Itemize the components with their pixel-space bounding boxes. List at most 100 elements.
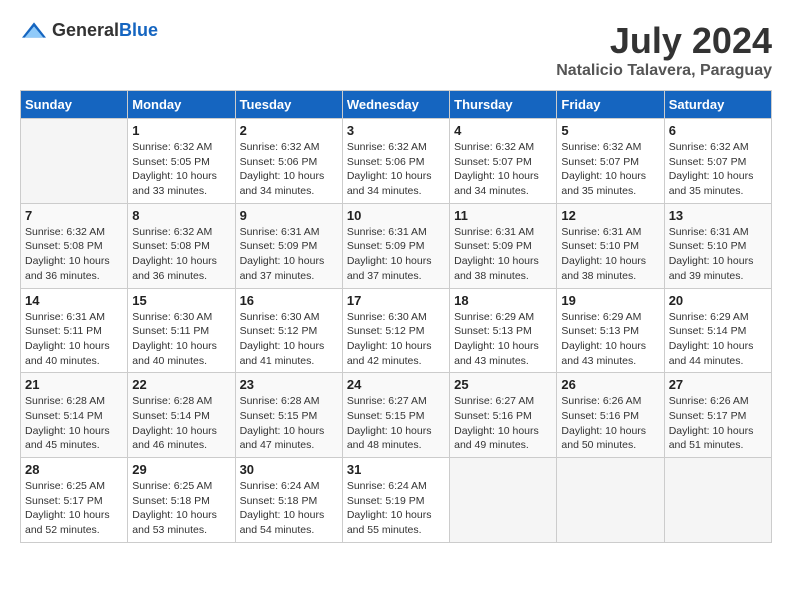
day-detail: Sunrise: 6:29 AMSunset: 5:14 PMDaylight:…	[669, 310, 767, 369]
day-detail: Sunrise: 6:31 AMSunset: 5:09 PMDaylight:…	[454, 225, 552, 284]
day-detail: Sunrise: 6:29 AMSunset: 5:13 PMDaylight:…	[561, 310, 659, 369]
calendar-week-row: 1 Sunrise: 6:32 AMSunset: 5:05 PMDaylight…	[21, 119, 772, 204]
day-detail: Sunrise: 6:28 AMSunset: 5:15 PMDaylight:…	[240, 394, 338, 453]
day-detail: Sunrise: 6:30 AMSunset: 5:11 PMDaylight:…	[132, 310, 230, 369]
calendar-cell: 22 Sunrise: 6:28 AMSunset: 5:14 PMDayligh…	[128, 373, 235, 458]
logo-general: General	[52, 20, 119, 40]
day-number: 8	[132, 208, 230, 223]
calendar-cell: 10Sunrise: 6:31 AMSunset: 5:09 PMDayligh…	[342, 203, 449, 288]
day-detail: Sunrise: 6:28 AMSunset: 5:14 PMDaylight:…	[132, 394, 230, 453]
day-detail: Sunrise: 6:28 AMSunset: 5:14 PMDaylight:…	[25, 394, 123, 453]
day-number: 16	[240, 293, 338, 308]
calendar-cell: 1 Sunrise: 6:32 AMSunset: 5:05 PMDaylight…	[128, 119, 235, 204]
calendar-week-row: 28 Sunrise: 6:25 AMSunset: 5:17 PMDayligh…	[21, 458, 772, 543]
day-detail: Sunrise: 6:26 AMSunset: 5:16 PMDaylight:…	[561, 394, 659, 453]
day-number: 24	[347, 377, 445, 392]
calendar-cell: 15 Sunrise: 6:30 AMSunset: 5:11 PMDayligh…	[128, 288, 235, 373]
day-detail: Sunrise: 6:32 AMSunset: 5:06 PMDaylight:…	[240, 140, 338, 199]
day-number: 5	[561, 123, 659, 138]
day-number: 13	[669, 208, 767, 223]
day-detail: Sunrise: 6:32 AMSunset: 5:05 PMDaylight:…	[132, 140, 230, 199]
calendar-cell: 9 Sunrise: 6:31 AMSunset: 5:09 PMDaylight…	[235, 203, 342, 288]
day-detail: Sunrise: 6:31 AMSunset: 5:10 PMDaylight:…	[669, 225, 767, 284]
day-number: 29	[132, 462, 230, 477]
day-detail: Sunrise: 6:32 AMSunset: 5:06 PMDaylight:…	[347, 140, 445, 199]
day-number: 7	[25, 208, 123, 223]
day-detail: Sunrise: 6:26 AMSunset: 5:17 PMDaylight:…	[669, 394, 767, 453]
calendar-cell: 31Sunrise: 6:24 AMSunset: 5:19 PMDayligh…	[342, 458, 449, 543]
calendar-cell: 7 Sunrise: 6:32 AMSunset: 5:08 PMDaylight…	[21, 203, 128, 288]
weekday-header: Thursday	[450, 91, 557, 119]
calendar-cell: 25 Sunrise: 6:27 AMSunset: 5:16 PMDayligh…	[450, 373, 557, 458]
day-detail: Sunrise: 6:31 AMSunset: 5:10 PMDaylight:…	[561, 225, 659, 284]
day-number: 15	[132, 293, 230, 308]
day-detail: Sunrise: 6:32 AMSunset: 5:07 PMDaylight:…	[669, 140, 767, 199]
calendar-cell	[21, 119, 128, 204]
day-detail: Sunrise: 6:29 AMSunset: 5:13 PMDaylight:…	[454, 310, 552, 369]
calendar-cell	[450, 458, 557, 543]
calendar-week-row: 14Sunrise: 6:31 AMSunset: 5:11 PMDayligh…	[21, 288, 772, 373]
weekday-header: Monday	[128, 91, 235, 119]
calendar-cell: 23 Sunrise: 6:28 AMSunset: 5:15 PMDayligh…	[235, 373, 342, 458]
day-detail: Sunrise: 6:24 AMSunset: 5:18 PMDaylight:…	[240, 479, 338, 538]
day-detail: Sunrise: 6:32 AMSunset: 5:08 PMDaylight:…	[25, 225, 123, 284]
weekday-header: Saturday	[664, 91, 771, 119]
day-number: 28	[25, 462, 123, 477]
weekday-header: Tuesday	[235, 91, 342, 119]
location: Natalicio Talavera, Paraguay	[556, 62, 772, 80]
weekday-header: Friday	[557, 91, 664, 119]
calendar-cell: 29 Sunrise: 6:25 AMSunset: 5:18 PMDayligh…	[128, 458, 235, 543]
day-number: 31	[347, 462, 445, 477]
calendar-cell: 27 Sunrise: 6:26 AMSunset: 5:17 PMDayligh…	[664, 373, 771, 458]
title-area: July 2024 Natalicio Talavera, Paraguay	[556, 20, 772, 80]
calendar-cell: 24Sunrise: 6:27 AMSunset: 5:15 PMDayligh…	[342, 373, 449, 458]
day-number: 27	[669, 377, 767, 392]
calendar-cell: 21Sunrise: 6:28 AMSunset: 5:14 PMDayligh…	[21, 373, 128, 458]
calendar-week-row: 7 Sunrise: 6:32 AMSunset: 5:08 PMDaylight…	[21, 203, 772, 288]
calendar-cell: 26Sunrise: 6:26 AMSunset: 5:16 PMDayligh…	[557, 373, 664, 458]
page-header: GeneralBlue July 2024 Natalicio Talavera…	[20, 20, 772, 80]
weekday-header: Sunday	[21, 91, 128, 119]
calendar-cell: 2Sunrise: 6:32 AMSunset: 5:06 PMDaylight…	[235, 119, 342, 204]
day-detail: Sunrise: 6:30 AMSunset: 5:12 PMDaylight:…	[347, 310, 445, 369]
day-number: 25	[454, 377, 552, 392]
day-number: 1	[132, 123, 230, 138]
day-number: 23	[240, 377, 338, 392]
calendar-week-row: 21Sunrise: 6:28 AMSunset: 5:14 PMDayligh…	[21, 373, 772, 458]
calendar-cell: 4 Sunrise: 6:32 AMSunset: 5:07 PMDaylight…	[450, 119, 557, 204]
calendar-cell: 17 Sunrise: 6:30 AMSunset: 5:12 PMDayligh…	[342, 288, 449, 373]
day-number: 4	[454, 123, 552, 138]
day-number: 3	[347, 123, 445, 138]
calendar-cell: 3 Sunrise: 6:32 AMSunset: 5:06 PMDaylight…	[342, 119, 449, 204]
calendar-header-row: SundayMondayTuesdayWednesdayThursdayFrid…	[21, 91, 772, 119]
calendar-cell: 16 Sunrise: 6:30 AMSunset: 5:12 PMDayligh…	[235, 288, 342, 373]
logo-blue: Blue	[119, 20, 158, 40]
calendar-table: SundayMondayTuesdayWednesdayThursdayFrid…	[20, 90, 772, 543]
calendar-cell: 11 Sunrise: 6:31 AMSunset: 5:09 PMDayligh…	[450, 203, 557, 288]
day-number: 9	[240, 208, 338, 223]
day-number: 22	[132, 377, 230, 392]
logo: GeneralBlue	[20, 20, 158, 41]
day-detail: Sunrise: 6:27 AMSunset: 5:16 PMDaylight:…	[454, 394, 552, 453]
logo-text: GeneralBlue	[52, 20, 158, 41]
calendar-cell: 13 Sunrise: 6:31 AMSunset: 5:10 PMDayligh…	[664, 203, 771, 288]
day-number: 11	[454, 208, 552, 223]
day-number: 17	[347, 293, 445, 308]
logo-icon	[20, 21, 48, 41]
day-detail: Sunrise: 6:32 AMSunset: 5:08 PMDaylight:…	[132, 225, 230, 284]
month-year: July 2024	[556, 20, 772, 62]
day-detail: Sunrise: 6:31 AMSunset: 5:09 PMDaylight:…	[240, 225, 338, 284]
day-number: 12	[561, 208, 659, 223]
day-number: 6	[669, 123, 767, 138]
calendar-cell: 12 Sunrise: 6:31 AMSunset: 5:10 PMDayligh…	[557, 203, 664, 288]
day-number: 20	[669, 293, 767, 308]
calendar-cell: 14Sunrise: 6:31 AMSunset: 5:11 PMDayligh…	[21, 288, 128, 373]
day-detail: Sunrise: 6:25 AMSunset: 5:18 PMDaylight:…	[132, 479, 230, 538]
day-detail: Sunrise: 6:32 AMSunset: 5:07 PMDaylight:…	[454, 140, 552, 199]
calendar-cell: 18Sunrise: 6:29 AMSunset: 5:13 PMDayligh…	[450, 288, 557, 373]
day-detail: Sunrise: 6:30 AMSunset: 5:12 PMDaylight:…	[240, 310, 338, 369]
day-detail: Sunrise: 6:25 AMSunset: 5:17 PMDaylight:…	[25, 479, 123, 538]
day-number: 19	[561, 293, 659, 308]
calendar-cell	[664, 458, 771, 543]
day-number: 30	[240, 462, 338, 477]
